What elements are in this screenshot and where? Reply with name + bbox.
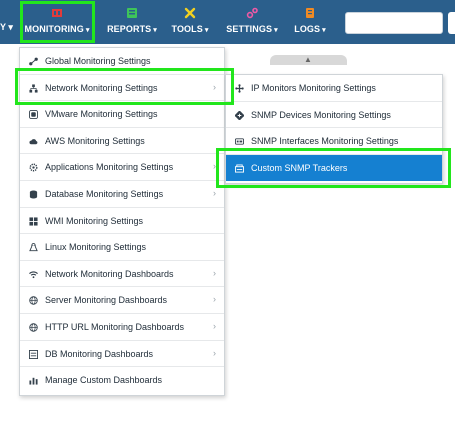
nav-label: MONITORING [24,24,84,34]
logs-icon [306,8,314,18]
database-icon [29,190,38,199]
menu-item-database-monitoring-settings[interactable]: Database Monitoring Settings › [20,181,224,208]
menu-item-label: IP Monitors Monitoring Settings [251,83,376,93]
menu-item-label: HTTP URL Monitoring Dashboards [45,321,185,332]
menu-item-global-monitoring-settings[interactable]: Global Monitoring Settings [20,48,224,75]
nav-label: LOGS [294,24,321,34]
wifi-icon [29,271,38,278]
menu-item-linux-monitoring-settings[interactable]: Linux Monitoring Settings [20,234,224,261]
menu-item-label: WMI Monitoring Settings [45,215,144,226]
menu-item-label: VMware Monitoring Settings [45,109,158,120]
bar-chart-icon [29,377,38,385]
menu-item-label: Applications Monitoring Settings [45,162,174,173]
menu-item-network-monitoring-dashboards[interactable]: Network Monitoring Dashboards › [20,261,224,288]
menu-item-label: Database Monitoring Settings [45,188,164,199]
cloud-icon [29,138,38,144]
nav-reports[interactable]: REPORTS ▾ [106,0,158,44]
chevron-right-icon: › [213,294,216,305]
network-submenu: IP Monitors Monitoring Settings SNMP Dev… [225,74,443,184]
menu-item-label: Network Monitoring Settings [45,82,158,93]
search-input[interactable] [345,12,443,34]
monitoring-icon [52,9,62,17]
nav-item-partial[interactable]: Y ▾ [0,22,13,33]
settings-icon [246,7,258,19]
ip-network-icon [235,84,244,93]
nav-label: REPORTS [107,24,152,34]
list-icon [29,349,38,359]
menu-item-label: Server Monitoring Dashboards [45,295,168,306]
applications-gear-icon [29,163,38,172]
collapse-handle[interactable]: ▲ [270,55,347,65]
submenu-item-custom-snmp-trackers[interactable]: Custom SNMP Trackers [226,154,442,182]
nav-logs[interactable]: LOGS ▾ [292,0,328,44]
interface-card-icon [235,138,244,145]
tracker-icon [235,164,244,173]
menu-item-wmi-monitoring-settings[interactable]: WMI Monitoring Settings [20,208,224,235]
top-navbar: Y ▾ MONITORING ▾ REPORTS ▾ TOOLS ▾ SETTINGS… [0,0,455,44]
nav-settings[interactable]: SETTINGS ▾ [226,0,278,44]
chevron-right-icon: › [213,267,216,278]
menu-item-applications-monitoring-settings[interactable]: Applications Monitoring Settings › [20,154,224,181]
share-nodes-icon [29,57,38,66]
menu-item-label: SNMP Interfaces Monitoring Settings [251,136,399,147]
menu-item-label: AWS Monitoring Settings [45,135,145,146]
chevron-right-icon: › [213,187,216,198]
tools-icon [184,7,196,19]
submenu-item-ip-monitors-settings[interactable]: IP Monitors Monitoring Settings [226,75,442,102]
globe-icon [29,323,38,332]
windows-icon [29,217,38,226]
nav-label: TOOLS [171,24,203,34]
submenu-item-snmp-devices-settings[interactable]: SNMP Devices Monitoring Settings [226,102,442,129]
snmp-device-icon [235,110,244,120]
menu-item-server-monitoring-dashboards[interactable]: Server Monitoring Dashboards › [20,287,224,314]
monitoring-menu: Global Monitoring Settings Network Monit… [19,47,225,396]
chevron-right-icon: › [213,347,216,358]
chevron-up-icon: ▲ [304,55,312,64]
menu-item-aws-monitoring-settings[interactable]: AWS Monitoring Settings [20,128,224,155]
menu-item-label: Custom SNMP Trackers [251,162,348,173]
submenu-item-snmp-interfaces-settings[interactable]: SNMP Interfaces Monitoring Settings [226,128,442,155]
reports-icon [127,8,137,18]
nav-monitoring[interactable]: MONITORING ▾ [24,0,90,44]
chevron-right-icon: › [213,81,216,92]
menu-item-manage-custom-dashboards[interactable]: Manage Custom Dashboards [20,367,224,394]
secondary-input-edge[interactable] [448,12,455,34]
menu-item-label: DB Monitoring Dashboards [45,348,154,359]
menu-item-vmware-monitoring-settings[interactable]: VMware Monitoring Settings [20,101,224,128]
chevron-right-icon: › [213,161,216,172]
menu-item-http-url-monitoring-dashboards[interactable]: HTTP URL Monitoring Dashboards › [20,314,224,341]
menu-item-label: SNMP Devices Monitoring Settings [251,109,391,120]
menu-item-db-monitoring-dashboards[interactable]: DB Monitoring Dashboards › [20,341,224,368]
menu-item-label: Linux Monitoring Settings [45,242,147,253]
menu-item-label: Global Monitoring Settings [45,56,151,66]
nav-label: SETTINGS [226,24,273,34]
network-icon [29,84,38,93]
vmware-icon [29,110,38,120]
nav-tools[interactable]: TOOLS ▾ [170,0,210,44]
globe-icon [29,296,38,306]
linux-icon [29,243,38,252]
menu-item-network-monitoring-settings[interactable]: Network Monitoring Settings › [20,75,224,102]
chevron-right-icon: › [213,320,216,331]
menu-item-label: Manage Custom Dashboards [45,375,163,386]
menu-item-label: Network Monitoring Dashboards [45,268,174,279]
